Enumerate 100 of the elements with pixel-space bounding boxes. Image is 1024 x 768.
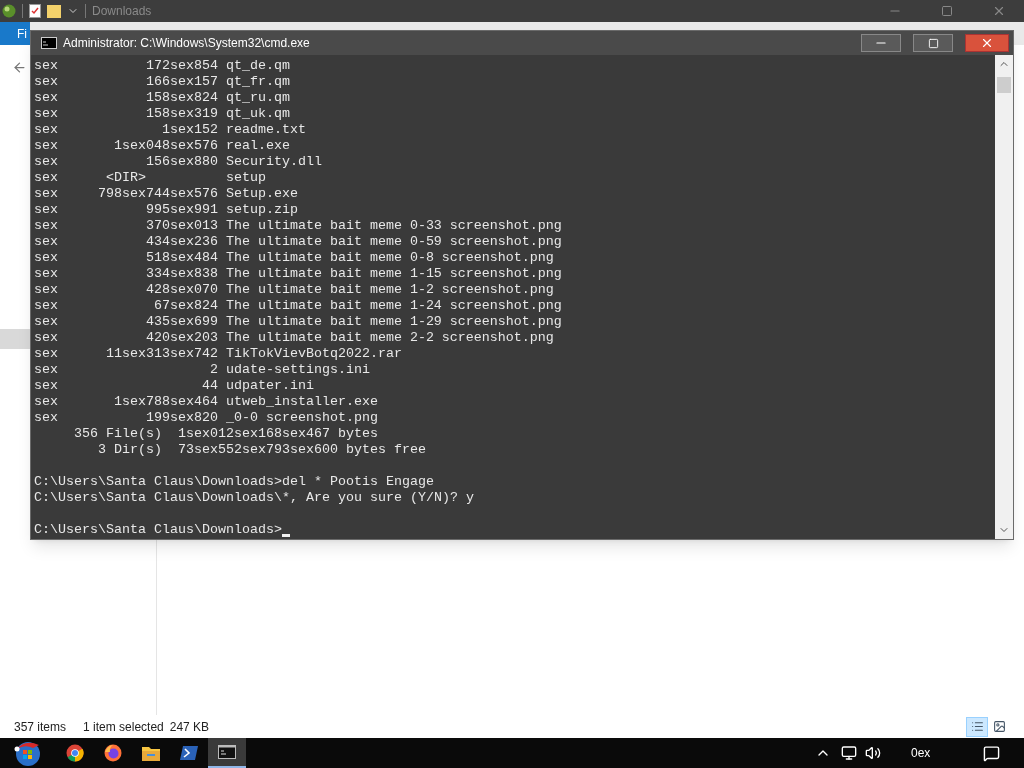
scrollbar-thumb[interactable] xyxy=(997,77,1011,93)
terminal-icon xyxy=(180,745,198,761)
file-size-text: 518sex484 xyxy=(145,250,218,266)
date-text: sex xyxy=(34,330,58,346)
date-text: sex xyxy=(34,314,58,330)
console-icon xyxy=(218,745,236,759)
date-text: sex xyxy=(34,202,58,218)
file-size-text: 420sex203 xyxy=(145,330,218,346)
browser-icon xyxy=(66,744,84,762)
file-name-text: Security.dll xyxy=(225,154,322,170)
summary-count-text: 356 File(s) xyxy=(74,426,162,442)
file-size-text: 334sex838 xyxy=(145,266,218,282)
file-name-text: The ultimate bait meme 0-59 screenshot.png xyxy=(225,234,562,250)
file-size-text: 428sex070 xyxy=(145,282,218,298)
file-size-text: 172sex854 xyxy=(145,58,218,74)
checklist-icon xyxy=(29,4,41,18)
file-name-text: setup.zip xyxy=(225,202,298,218)
item-count-text: 357 items xyxy=(14,718,67,736)
taskbar-app-button[interactable] xyxy=(208,738,246,768)
window-title: Downloads xyxy=(92,3,152,20)
file-size-text: 166sex157 xyxy=(145,74,218,90)
file-name-text: qt_fr.qm xyxy=(225,74,290,90)
file-size-text: 995sex991 xyxy=(145,202,218,218)
maximize-icon xyxy=(927,37,939,49)
file-name-text: qt_ru.qm xyxy=(225,90,290,106)
date-text: sex xyxy=(34,122,58,138)
date-text: sex xyxy=(34,74,58,90)
date-text: sex xyxy=(34,234,58,250)
file-size-text: 156sex880 xyxy=(145,154,218,170)
date-text: sex xyxy=(34,250,58,266)
network-icon[interactable] xyxy=(841,745,857,761)
file-size-text: 67sex824 xyxy=(153,298,218,314)
console-icon xyxy=(41,37,57,49)
file-name-text: The ultimate bait meme 1-2 screenshot.png xyxy=(225,282,554,298)
file-size-text: 11sex313sex742 xyxy=(105,346,218,362)
date-text: sex xyxy=(34,138,58,154)
maximize-button[interactable] xyxy=(913,34,953,52)
file-size-text: 158sex319 xyxy=(145,106,218,122)
file-name-text: The ultimate bait meme 0-8 screenshot.png xyxy=(225,250,554,266)
scrollbar[interactable] xyxy=(995,55,1013,539)
file-name-text: readme.txt xyxy=(225,122,306,138)
file-name-text: The ultimate bait meme 0-33 screenshot.png xyxy=(225,218,562,234)
file-name-text: utweb_installer.exe xyxy=(225,394,378,410)
date-text: sex xyxy=(34,394,58,410)
date-text: sex xyxy=(34,362,58,378)
file-size-text: 44 xyxy=(201,378,218,394)
ribbon-tab[interactable]: Fi xyxy=(0,22,30,45)
file-size-text: 2 xyxy=(209,362,218,378)
date-text: sex xyxy=(34,154,58,170)
file-size-text: 1sex152 xyxy=(161,122,218,138)
file-size-text: 798sex744sex576 xyxy=(97,186,218,202)
maximize-icon xyxy=(941,5,953,17)
date-text: sex xyxy=(34,282,58,298)
back-arrow-icon[interactable] xyxy=(12,59,27,75)
file-size-text: 158sex824 xyxy=(145,90,218,106)
list-view-icon xyxy=(970,720,984,733)
file-size-text: 435sex699 xyxy=(145,314,218,330)
details-view-button[interactable] xyxy=(966,716,988,737)
file-name-text: The ultimate bait meme 1-24 screenshot.png xyxy=(225,298,562,314)
file-name-text: qt_uk.qm xyxy=(225,106,290,122)
file-size-text: 1sex788sex464 xyxy=(113,394,218,410)
notifications-icon[interactable] xyxy=(983,744,1000,762)
date-text: sex xyxy=(34,346,58,362)
file-name-text: The ultimate bait meme 2-2 screenshot.png xyxy=(225,330,554,346)
folder-icon xyxy=(47,4,61,18)
file-name-text: qt_de.qm xyxy=(225,58,290,74)
folder-icon xyxy=(142,745,160,761)
date-text: sex xyxy=(34,298,58,314)
date-text: sex xyxy=(34,378,58,394)
command-line-text: C:\Users\Santa Claus\Downloads> xyxy=(34,522,282,538)
browser-icon xyxy=(104,744,122,762)
date-text: sex xyxy=(34,218,58,234)
selection-size-text: 247 KB xyxy=(169,718,210,736)
minimize-button[interactable] xyxy=(861,34,901,52)
file-name-text: udpater.ini xyxy=(225,378,314,394)
date-text: sex xyxy=(34,106,58,122)
file-size-text: 1sex048sex576 xyxy=(113,138,218,154)
file-name-text: Setup.exe xyxy=(225,186,298,202)
close-button[interactable] xyxy=(965,34,1009,52)
file-name-text: The ultimate bait meme 1-29 screenshot.png xyxy=(225,314,562,330)
summary-bytes-text: 1sex012sex168sex467 bytes xyxy=(177,426,378,442)
close-icon xyxy=(992,4,1006,18)
date-text: sex xyxy=(34,410,58,426)
start-orb-icon xyxy=(13,739,43,767)
globe-icon xyxy=(2,4,16,18)
file-name-text: _0-0 screenshot.png xyxy=(225,410,378,426)
clock-text[interactable]: 0ex xyxy=(911,744,951,762)
date-text: sex xyxy=(34,266,58,282)
volume-icon[interactable] xyxy=(865,745,881,761)
file-size-text: 199sex820 xyxy=(145,410,218,426)
file-size-text: 370sex013 xyxy=(145,218,218,234)
picture-icon xyxy=(992,720,1006,733)
summary-count-text: 3 Dir(s) xyxy=(97,442,162,458)
window-title: Administrator: C:\Windows\System32\cmd.exe xyxy=(63,35,310,52)
close-icon xyxy=(980,36,994,50)
file-name-text: udate-settings.ini xyxy=(225,362,370,378)
command-line-text: C:\Users\Santa Claus\Downloads\*, Are you sure (Y/N)? y xyxy=(34,490,474,506)
date-text: sex xyxy=(34,186,58,202)
date-text: sex xyxy=(34,58,58,74)
date-text: sex xyxy=(34,170,58,186)
